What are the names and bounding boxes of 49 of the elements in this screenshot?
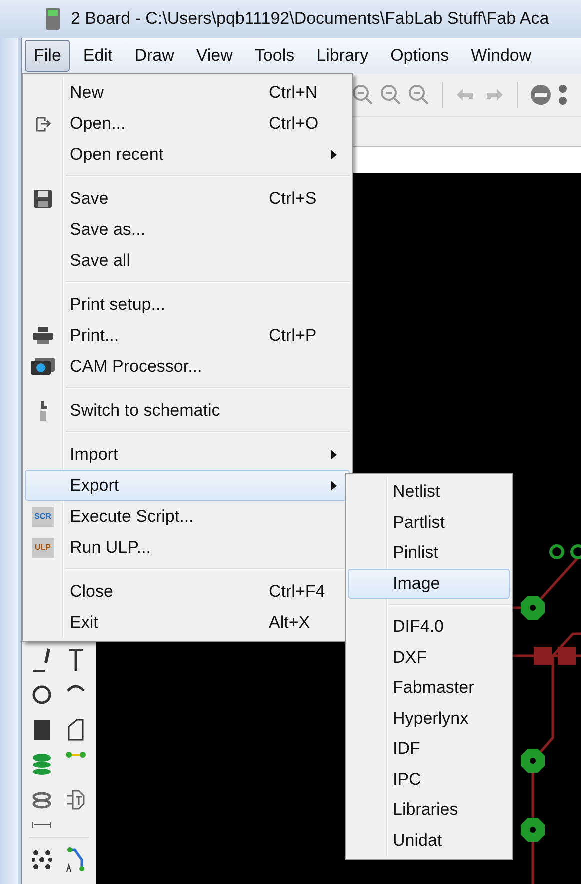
menu-item[interactable]: Export — [25, 470, 350, 501]
menu-item[interactable]: Open recent — [25, 139, 350, 170]
camera-icon — [30, 358, 56, 376]
menu-bar-item[interactable]: File — [25, 40, 70, 72]
menu-bar-item[interactable]: Options — [382, 40, 458, 72]
menu-item[interactable]: Image — [348, 568, 510, 599]
menu-item[interactable]: Netlist — [348, 477, 510, 508]
menu-item[interactable]: Save Ctrl+S — [25, 183, 350, 214]
menu-bar-item[interactable]: View — [187, 40, 242, 72]
menu-item[interactable]: DXF — [348, 642, 510, 673]
menu-item[interactable]: Print setup... — [25, 289, 350, 320]
menu-bar-item[interactable]: Draw — [126, 40, 184, 72]
menu-item[interactable]: Hyperlynx — [348, 704, 510, 734]
signal-icon — [66, 752, 86, 758]
via-icon — [32, 752, 52, 778]
menu-bar-item[interactable]: Tools — [246, 40, 304, 72]
menu-item[interactable]: Libraries — [348, 795, 510, 826]
menu-bar-item[interactable]: Window — [462, 40, 541, 72]
menu-item[interactable]: Partlist — [348, 508, 510, 538]
menu-item[interactable]: Save all — [25, 245, 350, 276]
menu-item[interactable]: DIF4.0 — [348, 612, 510, 642]
menu-item[interactable]: Unidat — [348, 826, 510, 856]
menu-item[interactable]: Save as... — [25, 214, 350, 245]
menu-item[interactable]: Fabmaster — [348, 673, 510, 704]
board-file-icon — [45, 7, 61, 31]
text-icon — [66, 647, 86, 673]
menu-item[interactable]: Print... Ctrl+P — [25, 320, 350, 351]
menu-item[interactable]: IDF — [348, 734, 510, 764]
script-icon: SCR — [32, 506, 54, 526]
menu-bar-item[interactable]: Edit — [74, 40, 122, 72]
dimension-icon — [32, 822, 52, 828]
printer-icon — [32, 326, 54, 344]
wire-icon — [32, 647, 52, 673]
menu-item[interactable]: IPC — [348, 764, 510, 795]
menu-item[interactable]: Open... Ctrl+O — [25, 108, 350, 139]
zoom-out-icon — [380, 84, 402, 106]
autorouter-icon — [66, 847, 86, 873]
menu-item[interactable]: Import — [25, 439, 350, 470]
polygon-icon — [66, 717, 86, 743]
window-title: 2 Board - C:\Users\pqb11192\Documents\FabLab Stuff\Fab Aca — [71, 9, 550, 29]
save-icon — [33, 188, 53, 208]
menu-item[interactable]: Pinlist — [348, 538, 510, 568]
menu-item[interactable]: CAM Processor... — [25, 351, 350, 382]
menu-bar-item[interactable]: Library — [308, 40, 378, 72]
stop-icon — [530, 84, 552, 106]
dots-icon — [558, 84, 568, 106]
menu-item[interactable]: Switch to schematic — [25, 395, 350, 426]
script-icon: ULP — [32, 538, 54, 558]
rectangle-icon — [32, 717, 52, 743]
